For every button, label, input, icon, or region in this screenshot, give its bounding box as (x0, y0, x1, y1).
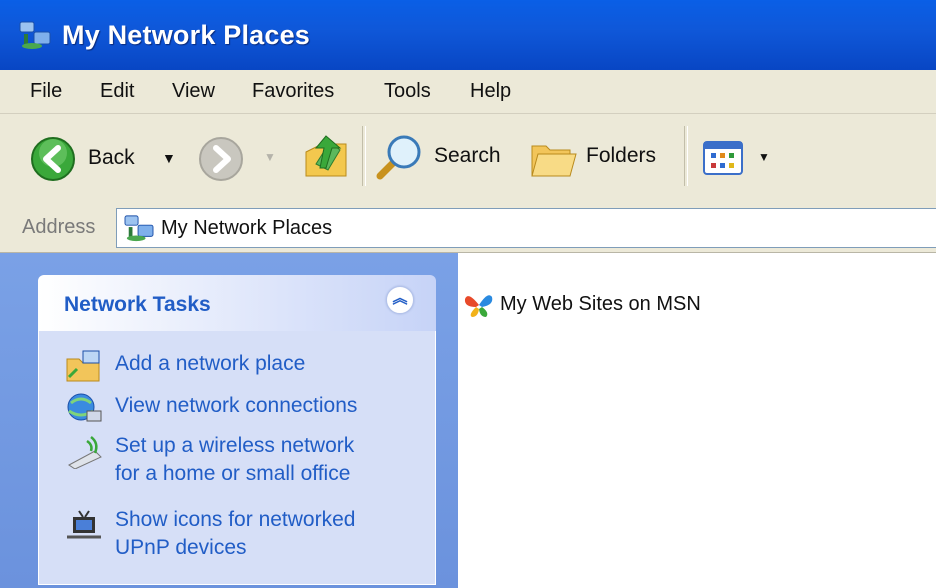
menu-favorites[interactable]: Favorites (252, 80, 334, 103)
task-pane: Network Tasks ︽ Add a network place View… (0, 253, 458, 588)
back-label: Back (88, 146, 135, 169)
menu-help[interactable]: Help (470, 80, 511, 103)
address-value: My Network Places (161, 217, 333, 239)
views-dropdown-icon[interactable]: ▼ (758, 150, 770, 164)
forward-arrow-icon (199, 137, 243, 181)
toolbar-separator (362, 126, 366, 186)
back-dropdown-icon[interactable]: ▼ (162, 150, 176, 166)
panel-title: Network Tasks (64, 293, 211, 316)
views-button[interactable]: ▼ (702, 136, 772, 180)
menu-tools[interactable]: Tools (384, 80, 431, 103)
task-add-network-place[interactable]: Add a network place (39, 347, 437, 383)
toolbar: Back ▼ ▼ Search Folders ▼ (0, 114, 936, 203)
search-magnifier-icon (376, 135, 421, 180)
task-setup-wireless[interactable]: Set up a wireless network for a home or … (39, 431, 437, 495)
address-input[interactable]: My Network Places (116, 208, 936, 248)
task-label-line1: Set up a wireless network (115, 434, 355, 457)
title-bar[interactable]: My Network Places (0, 0, 936, 70)
network-places-icon (19, 21, 51, 49)
back-button[interactable]: Back ▼ (30, 134, 200, 182)
forward-button[interactable]: ▼ (198, 134, 282, 182)
forward-dropdown-icon[interactable]: ▼ (264, 150, 276, 164)
up-folder-icon (305, 135, 347, 177)
msn-butterfly-icon (464, 295, 493, 317)
task-label-line2: UPnP devices (115, 536, 247, 559)
task-label: Add a network place (115, 352, 306, 375)
menu-bar: File Edit View Favorites Tools Help (0, 70, 936, 114)
task-label-line1: Show icons for networked (115, 508, 356, 531)
network-places-icon (124, 215, 154, 242)
menu-view[interactable]: View (172, 80, 215, 103)
network-tasks-panel: Network Tasks ︽ Add a network place View… (38, 275, 436, 585)
toolbar-separator (684, 126, 688, 186)
collapse-chevron-icon[interactable]: ︽ (386, 286, 414, 314)
task-label-line2: for a home or small office (115, 462, 351, 485)
address-bar: Address My Network Places (0, 202, 936, 253)
up-button[interactable] (302, 130, 352, 186)
views-icon (703, 141, 743, 175)
item-label: My Web Sites on MSN (500, 293, 701, 315)
window-title: My Network Places (62, 20, 311, 50)
upnp-device-icon (67, 510, 101, 539)
folders-button[interactable]: Folders (530, 132, 670, 184)
search-label: Search (434, 144, 501, 167)
folders-label: Folders (586, 144, 657, 167)
menu-edit[interactable]: Edit (100, 80, 134, 103)
add-network-place-icon (66, 350, 100, 382)
task-label: View network connections (115, 394, 358, 417)
menu-file[interactable]: File (30, 80, 62, 103)
folders-icon (531, 145, 577, 177)
wireless-network-icon (68, 436, 102, 469)
address-label: Address (22, 216, 96, 238)
content-area: My Web Sites on MSN (458, 253, 936, 588)
panel-header[interactable]: Network Tasks ︽ (38, 275, 436, 331)
search-button[interactable]: Search (372, 132, 512, 184)
network-connections-icon (67, 393, 102, 422)
back-arrow-icon (31, 137, 75, 181)
task-view-network-connections[interactable]: View network connections (39, 389, 437, 425)
task-show-upnp[interactable]: Show icons for networked UPnP devices (39, 505, 437, 569)
panel-body: Add a network place View network connect… (38, 331, 436, 585)
